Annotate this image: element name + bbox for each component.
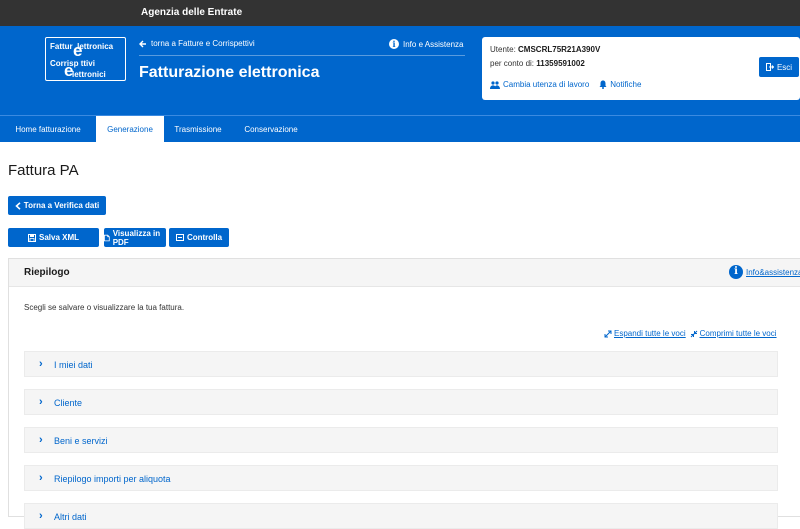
back-to-fatture-link[interactable]: torna a Fatture e Corrispettivi bbox=[139, 39, 255, 48]
user-id: Utente: CMSCRL75R21A390V bbox=[490, 45, 601, 54]
top-bar: Agenzia delle Entrate bbox=[0, 0, 800, 26]
info-link-label: Info e Assistenza bbox=[403, 39, 464, 49]
info-assistance-link[interactable]: i Info e Assistenza bbox=[389, 39, 463, 49]
section-i-miei-dati[interactable]: › I miei dati bbox=[24, 351, 778, 377]
section-label: I miei dati bbox=[54, 360, 93, 370]
logo-line-1: Fatturelettronica bbox=[50, 42, 114, 51]
logout-icon bbox=[765, 63, 774, 71]
compress-icon bbox=[690, 330, 697, 337]
summary-panel: Riepilogo i Info&assistenza Scegli se sa… bbox=[8, 258, 800, 529]
save-xml-button[interactable]: Salva XML bbox=[8, 228, 99, 247]
section-cliente[interactable]: › Cliente bbox=[24, 389, 778, 415]
notifications-link[interactable]: Notifiche bbox=[599, 80, 641, 89]
info-circle-icon: i bbox=[729, 265, 743, 279]
users-icon bbox=[490, 80, 500, 89]
instructions-text: Scegli se salvare o visualizzare la tua … bbox=[24, 303, 185, 312]
panel-info-link[interactable]: i Info&assistenza bbox=[729, 265, 800, 279]
section-altri-dati[interactable]: › Altri dati bbox=[24, 503, 778, 529]
notifications-label: Notifiche bbox=[610, 80, 642, 89]
tab-home-fatturazione[interactable]: Home fatturazione bbox=[0, 116, 96, 143]
section-label: Beni e servizi bbox=[54, 436, 108, 446]
summary-panel-title: Riepilogo bbox=[24, 267, 70, 278]
section-riepilogo-importi[interactable]: › Riepilogo importi per aliquota bbox=[24, 465, 778, 491]
bell-icon bbox=[599, 80, 607, 89]
back-link-label: torna a Fatture e Corrispettivi bbox=[151, 39, 255, 48]
logout-button[interactable]: Esci bbox=[759, 57, 799, 77]
check-button[interactable]: Controlla bbox=[169, 228, 229, 247]
arrow-left-icon bbox=[139, 40, 146, 47]
chevron-right-icon: › bbox=[39, 510, 43, 522]
save-xml-label: Salva XML bbox=[38, 233, 79, 242]
logo-line-3: lettronici bbox=[72, 70, 106, 79]
back-to-verify-label: Torna a Verifica dati bbox=[23, 201, 100, 210]
section-label: Cliente bbox=[54, 398, 83, 408]
collapse-all-link[interactable]: Comprimi tutte le voci bbox=[690, 329, 777, 338]
floppy-icon bbox=[27, 233, 36, 242]
collapse-all-label: Comprimi tutte le voci bbox=[699, 329, 777, 338]
section-label: Riepilogo importi per aliquota bbox=[54, 474, 171, 484]
logo-e-glyph-2: e bbox=[64, 61, 74, 80]
on-behalf-of: per conto di: 11359591002 bbox=[490, 59, 585, 68]
back-to-verify-button[interactable]: Torna a Verifica dati bbox=[8, 196, 106, 215]
logout-label: Esci bbox=[776, 62, 793, 72]
chevron-right-icon: › bbox=[39, 358, 43, 370]
change-user-link[interactable]: Cambia utenza di lavoro bbox=[490, 80, 589, 89]
panel-info-label: Info&assistenza bbox=[746, 267, 800, 277]
main-nav: Home fatturazione Generazione Trasmissio… bbox=[0, 115, 800, 143]
user-box: Utente: CMSCRL75R21A390V per conto di: 1… bbox=[482, 37, 800, 100]
chevron-left-icon bbox=[15, 201, 21, 210]
section-beni-e-servizi[interactable]: › Beni e servizi bbox=[24, 427, 778, 453]
file-pdf-icon bbox=[104, 234, 110, 241]
tab-conservazione[interactable]: Conservazione bbox=[232, 116, 310, 143]
view-pdf-button[interactable]: Visualizza in PDF bbox=[104, 228, 166, 247]
app-logo[interactable]: Fatturelettronica e Corrisp ttivi e lett… bbox=[45, 37, 126, 81]
info-icon: i bbox=[389, 39, 399, 49]
expand-icon bbox=[604, 330, 612, 337]
app-title: Fatturazione elettronica bbox=[139, 64, 320, 81]
logo-e-glyph: e bbox=[73, 41, 83, 60]
summary-panel-header: Riepilogo i Info&assistenza bbox=[9, 259, 800, 287]
logo-line-2: Corrisp ttivi bbox=[50, 59, 95, 68]
expand-all-link[interactable]: Espandi tutte le voci bbox=[604, 329, 686, 338]
agency-name[interactable]: Agenzia delle Entrate bbox=[141, 7, 242, 18]
check-square-icon bbox=[175, 234, 184, 241]
change-user-label: Cambia utenza di lavoro bbox=[503, 80, 590, 89]
user-links: Cambia utenza di lavoro Notifiche bbox=[490, 80, 641, 89]
tab-generazione[interactable]: Generazione bbox=[96, 116, 164, 143]
app-header: Fatturelettronica e Corrisp ttivi e lett… bbox=[0, 26, 800, 115]
expand-collapse-row: Espandi tutte le voci Comprimi tutte le … bbox=[604, 329, 777, 338]
chevron-right-icon: › bbox=[39, 472, 43, 484]
chevron-right-icon: › bbox=[39, 396, 43, 408]
tab-trasmissione[interactable]: Trasmissione bbox=[164, 116, 232, 143]
header-divider bbox=[139, 55, 465, 56]
chevron-right-icon: › bbox=[39, 434, 43, 446]
check-label: Controlla bbox=[186, 233, 223, 242]
page-title: Fattura PA bbox=[8, 162, 79, 179]
section-label: Altri dati bbox=[54, 512, 87, 522]
expand-all-label: Espandi tutte le voci bbox=[614, 329, 686, 338]
view-pdf-label: Visualizza in PDF bbox=[112, 228, 161, 247]
